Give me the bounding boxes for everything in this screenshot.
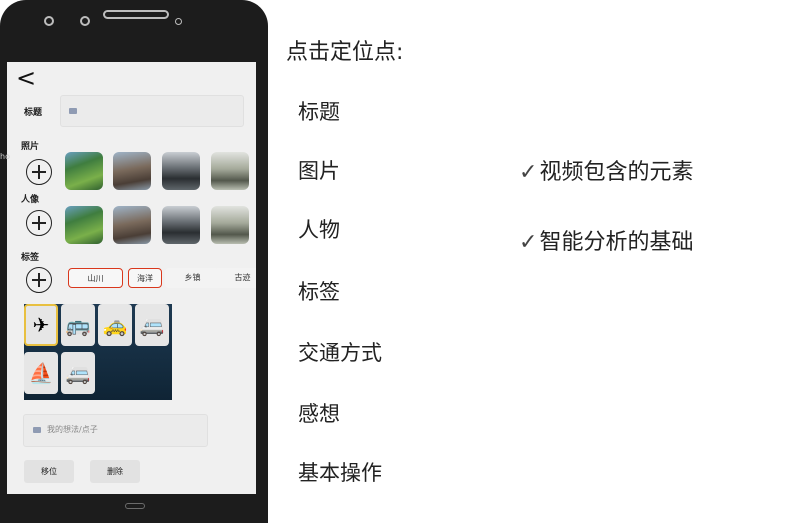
person-thumbnail[interactable] xyxy=(65,206,103,244)
feature-smart-analysis: ✓智能分析的基础 xyxy=(519,224,693,256)
feature-text: 智能分析的基础 xyxy=(539,230,694,255)
airplane-icon[interactable]: ✈ xyxy=(24,304,58,346)
van-icon[interactable]: 🚐 xyxy=(135,304,169,346)
phone-frame: < 标题 照片 人像 标签 山川 海洋 乡镇 古迹 ✈ 🚌 🚕 🚐 ⛵ 🚐 我的… xyxy=(0,0,268,523)
front-camera-icon xyxy=(44,16,54,26)
feature-text: 视频包含的元素 xyxy=(539,160,694,185)
add-tag-button[interactable] xyxy=(26,267,52,293)
title-input[interactable] xyxy=(60,95,244,127)
tag-guji[interactable]: 古迹 xyxy=(215,268,256,288)
feature-video-elements: ✓视频包含的元素 xyxy=(519,154,693,186)
item-person: 人物 xyxy=(298,218,340,242)
home-indicator[interactable] xyxy=(125,503,145,509)
delete-button[interactable]: 删除 xyxy=(90,460,140,483)
edge-text: ho xyxy=(0,152,10,161)
envelope-icon xyxy=(69,108,77,114)
proximity-sensor-icon xyxy=(175,18,182,25)
person-thumbnail[interactable] xyxy=(211,206,249,244)
person-label: 人像 xyxy=(21,195,40,205)
app-screen: < 标题 照片 人像 标签 山川 海洋 乡镇 古迹 ✈ 🚌 🚕 🚐 ⛵ 🚐 我的… xyxy=(7,62,256,494)
item-tag: 标签 xyxy=(298,280,340,304)
thought-input[interactable]: 我的想法/点子 xyxy=(23,414,208,447)
back-button[interactable]: < xyxy=(16,64,36,92)
item-thoughts: 感想 xyxy=(298,402,340,426)
check-icon: ✓ xyxy=(519,230,538,255)
photo-thumbnail[interactable] xyxy=(162,152,200,190)
thought-placeholder: 我的想法/点子 xyxy=(47,425,98,434)
minibus-icon[interactable]: 🚐 xyxy=(61,352,95,394)
title-label: 标题 xyxy=(24,108,43,118)
person-thumbnail[interactable] xyxy=(162,206,200,244)
envelope-icon xyxy=(33,427,41,433)
taxi-icon[interactable]: 🚕 xyxy=(98,304,132,346)
tag-shanchuan[interactable]: 山川 xyxy=(68,268,123,288)
transport-grid: ✈ 🚌 🚕 🚐 ⛵ 🚐 xyxy=(24,304,172,400)
item-picture: 图片 xyxy=(298,159,340,183)
photo-thumbnail[interactable] xyxy=(211,152,249,190)
speaker-grille xyxy=(103,10,169,19)
item-transport: 交通方式 xyxy=(298,341,382,365)
photo-thumbnail[interactable] xyxy=(65,152,103,190)
tag-xiangzhen[interactable]: 乡镇 xyxy=(165,268,220,288)
add-person-button[interactable] xyxy=(26,210,52,236)
item-title: 标题 xyxy=(298,100,340,124)
add-photo-button[interactable] xyxy=(26,159,52,185)
tag-haiyang[interactable]: 海洋 xyxy=(128,268,162,288)
photo-label: 照片 xyxy=(21,142,40,152)
item-basic-ops: 基本操作 xyxy=(298,461,382,485)
person-thumbnail[interactable] xyxy=(113,206,151,244)
phone-top-bezel xyxy=(0,0,268,62)
photo-thumbnail[interactable] xyxy=(113,152,151,190)
heading: 点击定位点: xyxy=(286,40,404,65)
move-button[interactable]: 移位 xyxy=(24,460,74,483)
bus-icon[interactable]: 🚌 xyxy=(61,304,95,346)
tag-label: 标签 xyxy=(21,253,40,263)
check-icon: ✓ xyxy=(519,160,538,185)
sensor-icon xyxy=(80,16,90,26)
sailboat-icon[interactable]: ⛵ xyxy=(24,352,58,394)
